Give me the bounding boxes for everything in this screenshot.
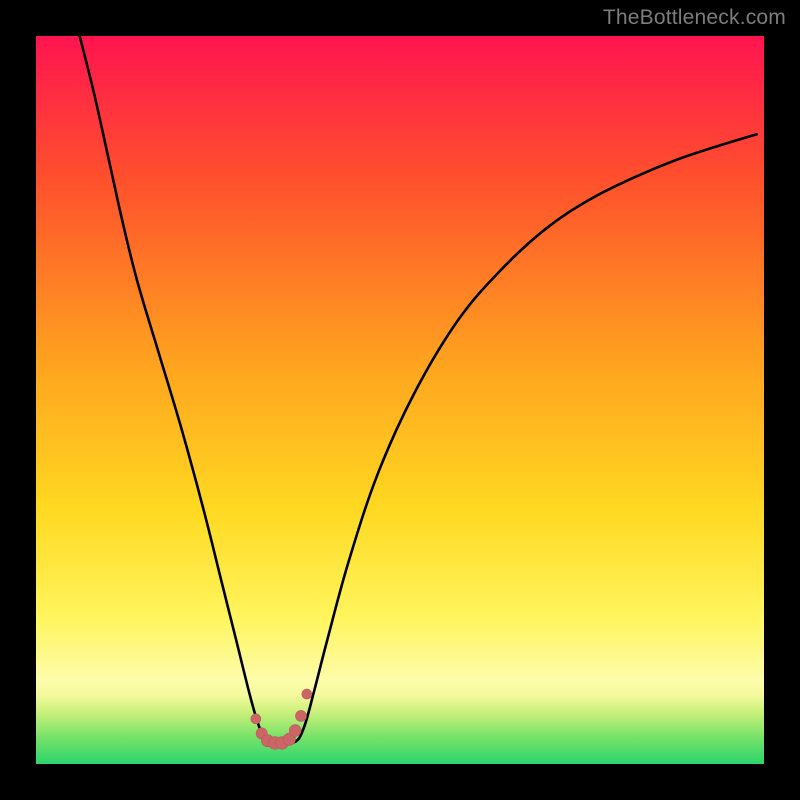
chart-stage: TheBottleneck.com xyxy=(0,0,800,800)
gradient-background xyxy=(36,36,764,764)
bottleneck-chart xyxy=(36,36,764,764)
trough-marker xyxy=(251,714,261,724)
plot-area xyxy=(36,36,764,764)
trough-marker xyxy=(295,710,306,721)
watermark-text: TheBottleneck.com xyxy=(603,6,786,30)
trough-marker xyxy=(302,689,312,699)
trough-marker xyxy=(289,725,301,737)
